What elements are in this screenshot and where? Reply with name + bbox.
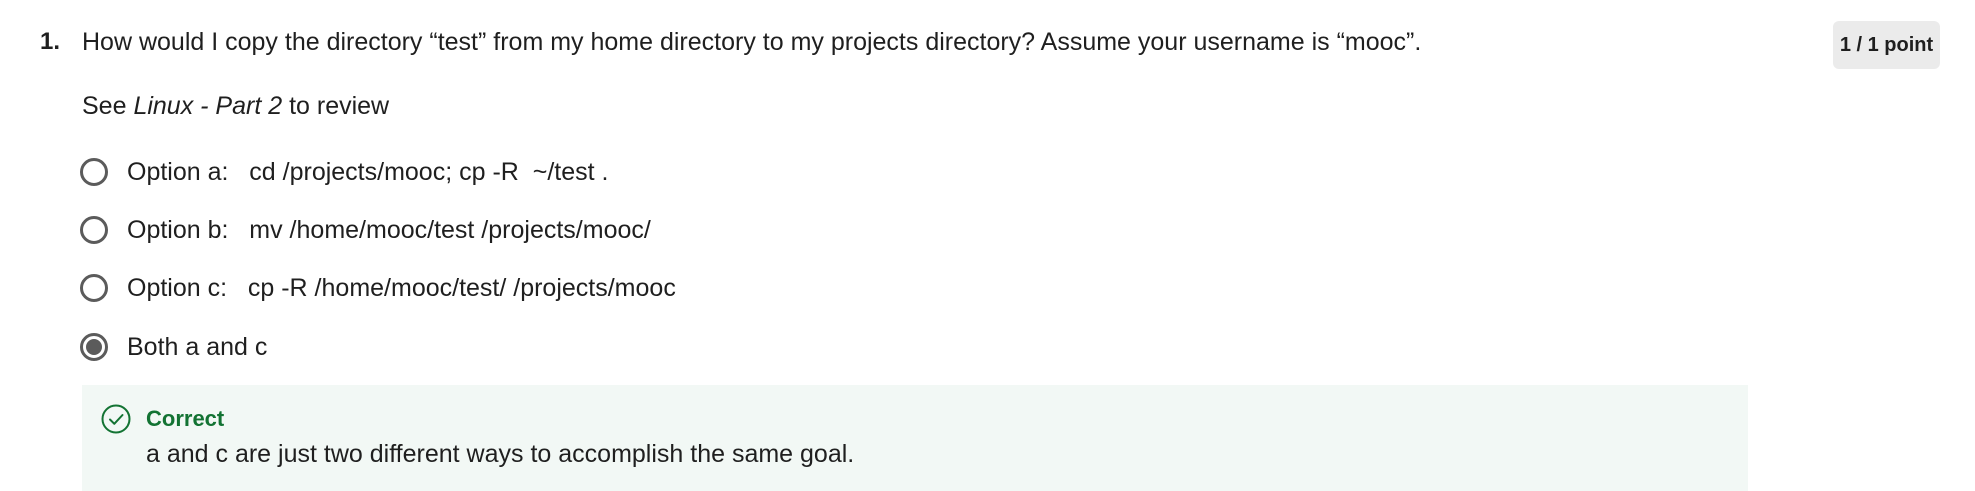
check-circle-icon: [101, 404, 131, 434]
option-both-a-and-c[interactable]: Both a and c: [80, 329, 267, 365]
radio-unselected-icon[interactable]: [80, 274, 108, 302]
feedback-title: Correct: [146, 406, 225, 431]
option-label: Both a and c: [127, 333, 268, 361]
quiz-question: 1. How would I copy the directory “test”…: [0, 0, 1975, 491]
option-label: Option a: cd /projects/mooc; cp -R ~/tes…: [127, 158, 609, 186]
review-suffix: to review: [282, 92, 390, 120]
review-hint: See Linux - Part 2 to review: [82, 91, 389, 121]
feedback-panel: Correct a and c are just two different w…: [82, 385, 1748, 491]
radio-unselected-icon[interactable]: [80, 158, 108, 186]
review-reference: Linux - Part 2: [133, 92, 283, 120]
feedback-text: a and c are just two different ways to a…: [146, 440, 855, 468]
radio-selected-icon[interactable]: [80, 333, 108, 361]
option-a[interactable]: Option a: cd /projects/mooc; cp -R ~/tes…: [80, 154, 608, 190]
option-label: Option c: cp -R /home/mooc/test/ /projec…: [127, 274, 676, 302]
question-text: How would I copy the directory “test” fr…: [82, 28, 1422, 56]
question-number: 1.: [40, 28, 61, 55]
option-b[interactable]: Option b: mv /home/mooc/test /projects/m…: [80, 212, 651, 248]
option-label: Option b: mv /home/mooc/test /projects/m…: [127, 216, 651, 244]
review-prefix: See: [82, 92, 134, 120]
radio-unselected-icon[interactable]: [80, 216, 108, 244]
radio-dot: [86, 339, 102, 355]
option-c[interactable]: Option c: cp -R /home/mooc/test/ /projec…: [80, 270, 676, 306]
score-badge: 1 / 1 point: [1833, 21, 1940, 69]
